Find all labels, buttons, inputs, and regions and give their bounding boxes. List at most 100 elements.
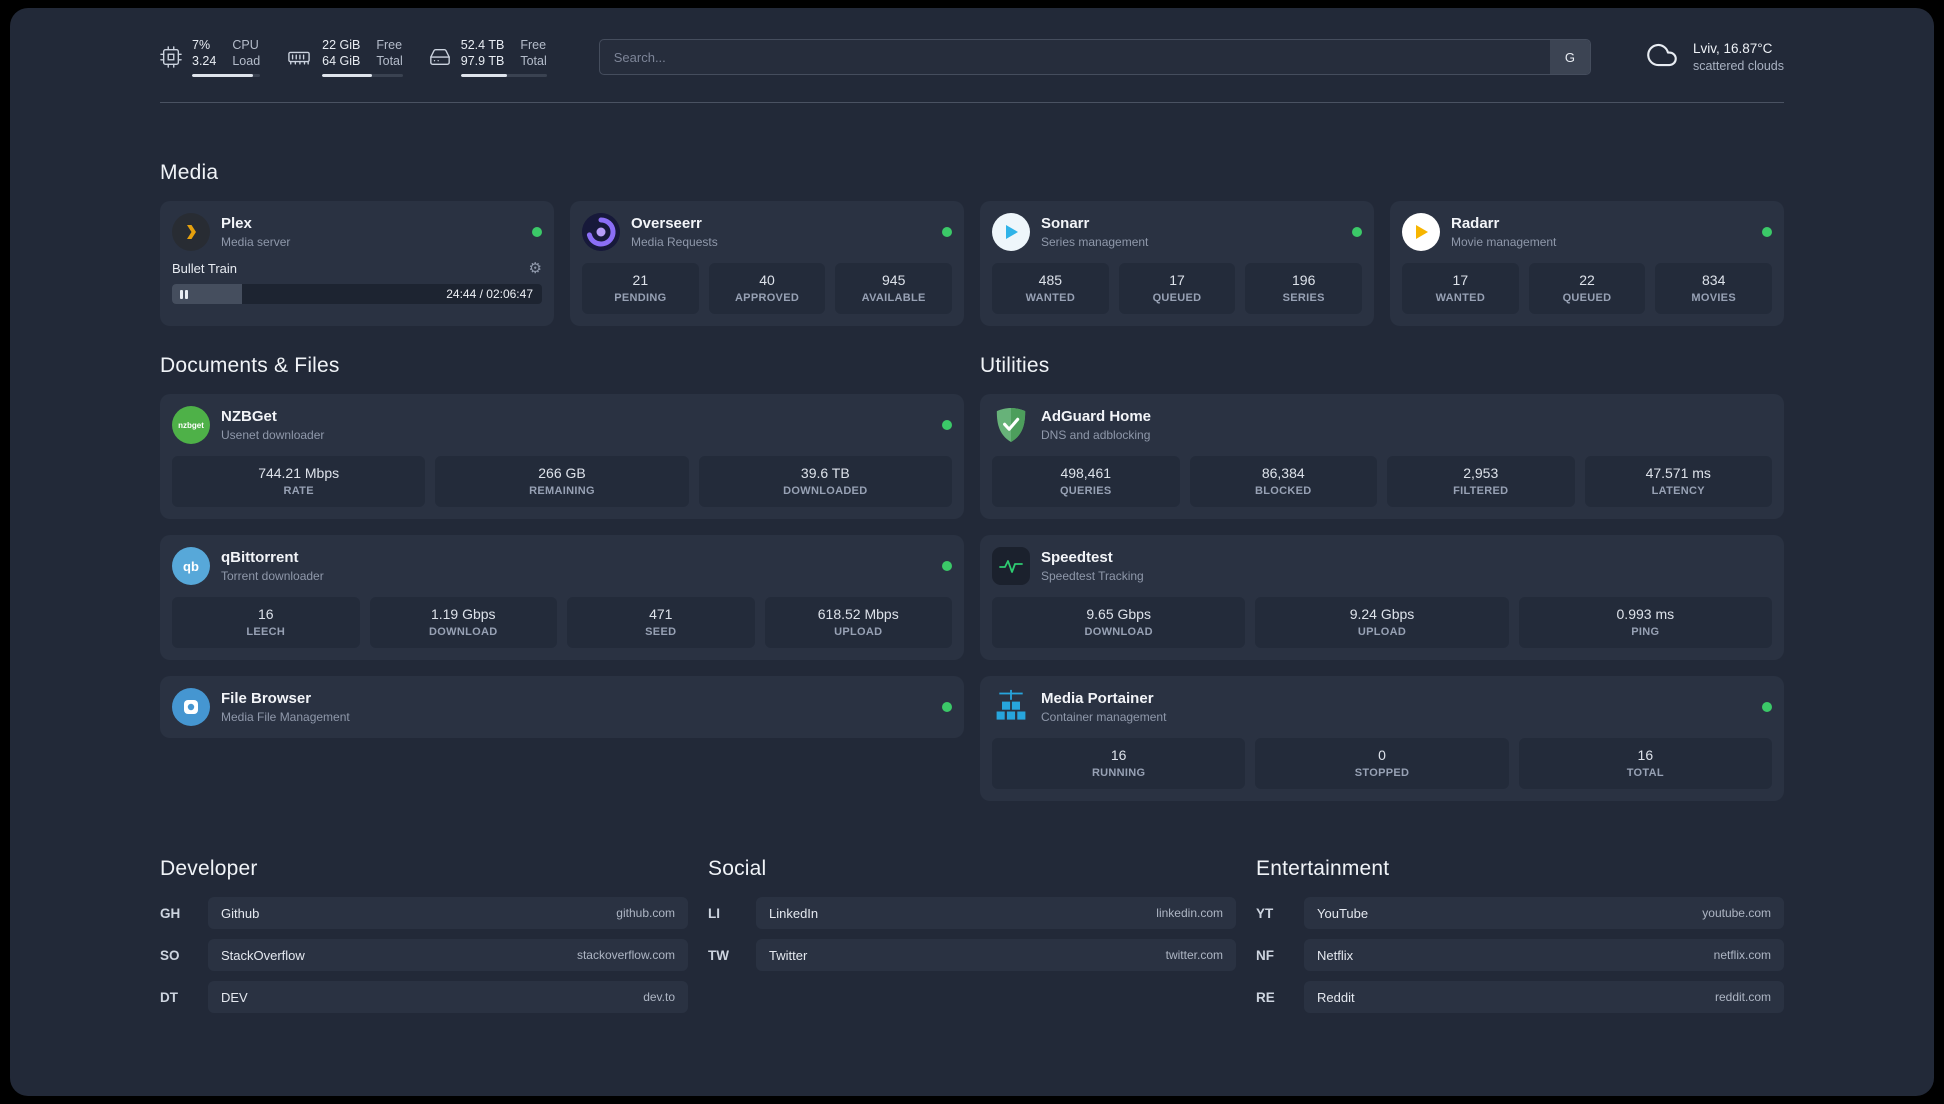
media-progress-bar[interactable]: 24:44 / 02:06:47 (172, 284, 542, 304)
disk-free-value: 52.4 TB (460, 38, 505, 52)
bookmark-abbr: SO (160, 947, 180, 963)
stat-tile: 47.571 ms LATENCY (1584, 456, 1772, 507)
app-card-speedtest[interactable]: Speedtest Speedtest Tracking 9.65 Gbps D… (980, 535, 1784, 660)
stat-tile: 22 QUEUED (1528, 263, 1646, 314)
disk-free-label: Free (520, 38, 547, 52)
gear-icon[interactable]: ⚙ (529, 261, 542, 276)
search-input[interactable] (598, 39, 1591, 75)
documents-column: Documents & Files nzbget NZBGet Usenet d… (160, 354, 964, 801)
stat-tile: 1.19 Gbps DOWNLOAD (369, 597, 557, 648)
stat-tile: 16 TOTAL (1518, 738, 1772, 789)
bookmark-link-linkedin[interactable]: LinkedIn linkedin.com (756, 897, 1236, 929)
app-card-sonarr[interactable]: Sonarr Series management 485 WANTED 17 Q… (980, 201, 1374, 326)
status-dot (942, 227, 952, 237)
section-title-utilities: Utilities (980, 354, 1050, 377)
app-card-portainer[interactable]: Media Portainer Container management 16 … (980, 676, 1784, 801)
utilities-column: Utilities AdGuard Home DNS and adblockin… (980, 354, 1784, 801)
overseerr-icon (582, 213, 620, 251)
app-name: File Browser (221, 690, 312, 707)
stat-tile: 39.6 TB DOWNLOADED (698, 456, 952, 507)
stat-tile: 0 STOPPED (1255, 738, 1509, 789)
section-title-documents: Documents & Files (160, 354, 340, 377)
app-subtitle: Series management (1041, 235, 1149, 249)
app-name: Sonarr (1041, 215, 1090, 232)
app-subtitle: Usenet downloader (221, 428, 325, 442)
ram-total-value: 64 GiB (322, 54, 361, 68)
app-card-overseerr[interactable]: Overseerr Media Requests 21 PENDING 40 A… (570, 201, 964, 326)
ram-free-value: 22 GiB (322, 38, 361, 52)
pause-button[interactable] (180, 289, 188, 299)
section-title-media: Media (160, 161, 219, 184)
stat-tile: 40 APPROVED (708, 263, 826, 314)
adguard-icon (992, 406, 1030, 444)
dashboard: 7% 3.24 CPU Load 22 GiB 64 GiB Free Tota… (10, 8, 1934, 1096)
nzbget-icon: nzbget (172, 406, 210, 444)
app-name: Speedtest (1041, 549, 1113, 566)
cpu-load-label: Load (232, 54, 261, 68)
plex-icon (172, 213, 210, 251)
app-card-radarr[interactable]: Radarr Movie management 17 WANTED 22 QUE… (1390, 201, 1784, 326)
status-dot (532, 227, 542, 237)
stat-tile: 196 SERIES (1245, 263, 1363, 314)
app-card-filebrowser[interactable]: File Browser Media File Management (160, 676, 964, 738)
app-card-nzbget[interactable]: nzbget NZBGet Usenet downloader 744.21 M… (160, 394, 964, 519)
entertainment-column: Entertainment YT YouTube youtube.com NF … (1256, 857, 1784, 1013)
app-card-adguard[interactable]: AdGuard Home DNS and adblocking 498,461 … (980, 394, 1784, 519)
stat-tile: 17 QUEUED (1118, 263, 1236, 314)
cpu-icon (160, 46, 182, 68)
speedtest-icon (992, 547, 1030, 585)
topbar-divider (160, 102, 1784, 103)
app-name: Media Portainer (1041, 690, 1154, 707)
app-card-qbittorrent[interactable]: qb qBittorrent Torrent downloader 16 LEE… (160, 535, 964, 660)
bookmark-link-dev[interactable]: DEV dev.to (208, 981, 688, 1013)
status-dot (1762, 702, 1772, 712)
app-subtitle: Media File Management (221, 710, 350, 724)
app-subtitle: Torrent downloader (221, 569, 324, 583)
bookmark-row: SO StackOverflow stackoverflow.com (160, 939, 688, 971)
stat-tile: 744.21 Mbps RATE (172, 456, 426, 507)
stat-tile: 16 RUNNING (992, 738, 1246, 789)
disk-total-value: 97.9 TB (460, 54, 505, 68)
stat-tile: 834 MOVIES (1655, 263, 1773, 314)
cpu-usage-value: 7% (192, 38, 211, 52)
cpu-load-value: 3.24 (192, 54, 217, 68)
search-engine-button[interactable]: G (1549, 40, 1590, 74)
app-name: Overseerr (631, 215, 702, 232)
stat-tile: 498,461 QUERIES (992, 456, 1180, 507)
bookmark-link-twitter[interactable]: Twitter twitter.com (756, 939, 1236, 971)
stat-tile: 945 AVAILABLE (835, 263, 953, 314)
sonarr-icon (992, 213, 1030, 251)
filebrowser-icon (172, 688, 210, 726)
now-playing-title: Bullet Train (172, 261, 238, 276)
bookmark-abbr: TW (708, 947, 729, 963)
disk-bar (460, 74, 547, 77)
bookmark-link-youtube[interactable]: YouTube youtube.com (1304, 897, 1784, 929)
bookmark-row: GH Github github.com (160, 897, 688, 929)
disk-icon (429, 46, 451, 68)
stat-tile: 471 SEED (567, 597, 755, 648)
bookmark-link-github[interactable]: Github github.com (208, 897, 688, 929)
weather-condition: scattered clouds (1692, 58, 1784, 73)
stat-tile: 9.24 Gbps UPLOAD (1255, 597, 1509, 648)
app-card-plex[interactable]: Plex Media server Bullet Train ⚙ 24:44 /… (160, 201, 554, 326)
ram-total-label: Total (376, 54, 403, 68)
stat-tile: 9.65 Gbps DOWNLOAD (992, 597, 1246, 648)
disk-stat-widget: 52.4 TB 97.9 TB Free Total (429, 37, 547, 77)
app-name: AdGuard Home (1041, 408, 1152, 425)
bookmark-link-stackoverflow[interactable]: StackOverflow stackoverflow.com (208, 939, 688, 971)
bookmark-link-reddit[interactable]: Reddit reddit.com (1304, 981, 1784, 1013)
bookmark-abbr: NF (1256, 947, 1274, 963)
bookmark-abbr: LI (708, 905, 720, 921)
ram-free-label: Free (376, 38, 403, 52)
bookmark-link-netflix[interactable]: Netflix netflix.com (1304, 939, 1784, 971)
search-box: G (598, 39, 1591, 75)
social-column: Social LI LinkedIn linkedin.com TW Twitt… (708, 857, 1236, 1013)
app-name: qBittorrent (221, 549, 299, 566)
bookmark-row: DT DEV dev.to (160, 981, 688, 1013)
portainer-icon (992, 688, 1030, 726)
stat-tile: 17 WANTED (1402, 263, 1519, 314)
weather-location: Lviv, 16.87°C (1692, 40, 1773, 56)
media-grid: Plex Media server Bullet Train ⚙ 24:44 /… (160, 201, 1784, 326)
bookmark-row: RE Reddit reddit.com (1256, 981, 1784, 1013)
cpu-bar (192, 74, 261, 77)
